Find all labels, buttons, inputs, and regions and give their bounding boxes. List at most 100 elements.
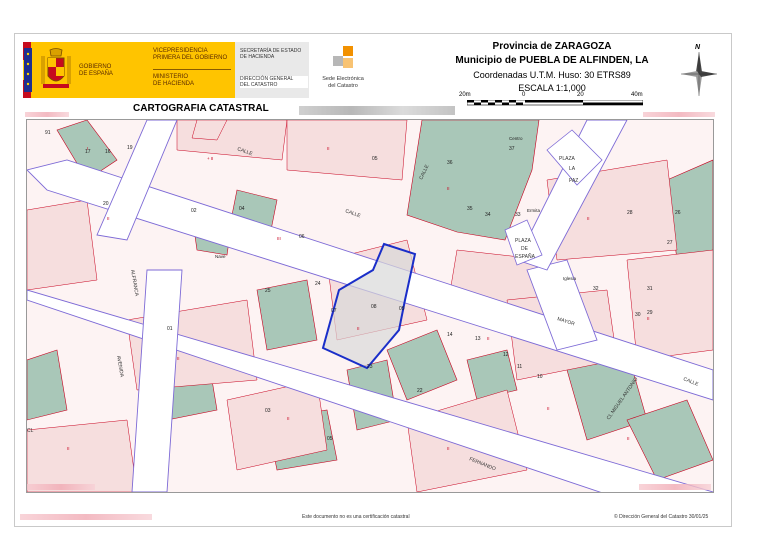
svg-text:PLAZA: PLAZA <box>515 238 532 244</box>
svg-text:DE: DE <box>521 246 529 252</box>
svg-text:30: 30 <box>635 312 641 318</box>
svg-text:II: II <box>357 326 360 331</box>
ministry-block: VICEPRESIDENCIA PRIMERA DEL GOBIERNO MIN… <box>149 42 235 98</box>
svg-text:24: 24 <box>315 281 321 287</box>
compass-icon <box>681 52 717 96</box>
svg-text:34: 34 <box>485 212 491 218</box>
svg-text:II: II <box>647 316 650 321</box>
svg-text:II: II <box>287 416 290 421</box>
scale-bar: 20m 0 20 40m <box>459 92 649 106</box>
svg-text:37: 37 <box>509 146 515 152</box>
svg-text:02: 02 <box>191 208 197 214</box>
svg-text:14: 14 <box>447 332 453 338</box>
redacted-footer-left <box>20 514 152 520</box>
sec-title: SECRETARÍA DE ESTADO DE HACIENDA <box>240 48 308 60</box>
secretary-block: SECRETARÍA DE ESTADO DE HACIENDA DIRECCI… <box>235 42 309 98</box>
svg-text:35: 35 <box>467 206 473 212</box>
min-line1: MINISTERIO <box>153 74 189 80</box>
municipality-title: Municipio de PUEBLA DE ALFINDEN, LA <box>455 55 649 66</box>
svg-text:31: 31 <box>647 286 653 292</box>
svg-text:17: 17 <box>85 149 91 155</box>
scale-tick-2: 20 <box>577 92 584 98</box>
svg-text:22: 22 <box>417 388 423 394</box>
min-line2: DE HACIENDA <box>153 81 195 87</box>
svg-text:PAZ: PAZ <box>569 178 578 184</box>
svg-text:23: 23 <box>367 364 373 370</box>
gov-line1: GOBIERNO <box>79 64 112 70</box>
svg-text:32: 32 <box>593 286 599 292</box>
svg-text:12: 12 <box>503 352 509 358</box>
footer-copyright: © Dirección General del Catastro 30/01/2… <box>614 514 709 520</box>
svg-text:Iglesia: Iglesia <box>563 276 577 281</box>
svg-text:II: II <box>627 436 630 441</box>
scale-ruler <box>467 100 643 106</box>
svg-text:09: 09 <box>399 306 405 312</box>
dir-line2: DEL CATASTRO <box>240 82 278 88</box>
north-arrow: N <box>681 44 717 96</box>
carto-title: CARTOGRAFIA CATASTRAL <box>133 103 269 114</box>
svg-text:13: 13 <box>475 336 481 342</box>
scale-tick-3: 40m <box>631 92 643 98</box>
coat-of-arms-icon <box>39 48 73 92</box>
svg-text:25: 25 <box>265 288 271 294</box>
dir-title: DIRECCIÓN GENERAL DEL CATASTRO <box>240 76 308 88</box>
vice-title: VICEPRESIDENCIA PRIMERA DEL GOBIERNO <box>153 48 233 62</box>
svg-text:01: 01 <box>167 326 173 332</box>
svg-text:CL: CL <box>27 428 34 434</box>
svg-text:II: II <box>67 446 70 451</box>
svg-text:III: III <box>277 236 281 241</box>
svg-text:II: II <box>587 216 590 221</box>
scale-tick-0: 20m <box>459 92 471 98</box>
sede-logo[interactable]: Sede Electrónica del Catastro <box>313 42 373 98</box>
sede-line1: Sede Electrónica <box>322 76 364 82</box>
svg-text:II: II <box>107 216 110 221</box>
vice-line2: PRIMERA DEL GOBIERNO <box>153 55 228 61</box>
eu-stars-icon <box>24 48 32 92</box>
north-label: N <box>695 44 701 51</box>
gov-line2: DE ESPAÑA <box>79 71 113 77</box>
svg-text:II: II <box>547 406 550 411</box>
svg-text:II: II <box>327 146 330 151</box>
svg-text:+ II: + II <box>207 156 213 161</box>
redacted-ref-left <box>25 112 69 117</box>
ministry-title: MINISTERIO DE HACIENDA <box>153 74 233 88</box>
svg-text:91: 91 <box>45 130 51 136</box>
cadastral-map[interactable]: I II + II II II III II II II II II II II II II II 91… <box>26 119 714 493</box>
scale-tick-1: 0 <box>522 92 526 98</box>
svg-text:19: 19 <box>127 145 133 151</box>
svg-text:Ermita: Ermita <box>527 208 540 213</box>
svg-text:05: 05 <box>327 436 333 442</box>
sec-line2: DE HACIENDA <box>240 54 275 60</box>
redacted-ref-center <box>299 106 455 115</box>
svg-text:Nave: Nave <box>215 254 226 259</box>
redacted-map-corner-tl <box>27 484 95 490</box>
svg-text:28: 28 <box>627 210 633 216</box>
svg-text:07: 07 <box>331 308 337 314</box>
vice-line1: VICEPRESIDENCIA <box>153 48 208 54</box>
svg-text:10: 10 <box>537 374 543 380</box>
svg-text:08: 08 <box>371 304 377 310</box>
svg-text:26: 26 <box>675 210 681 216</box>
sede-text: Sede Electrónica del Catastro <box>313 76 373 90</box>
svg-text:II: II <box>177 356 180 361</box>
svg-text:20: 20 <box>103 201 109 207</box>
svg-text:16: 16 <box>105 149 111 155</box>
svg-text:II: II <box>447 186 450 191</box>
footer-notice: Este documento no es una certificación c… <box>302 514 410 520</box>
svg-text:II: II <box>487 336 490 341</box>
svg-text:27: 27 <box>667 240 673 246</box>
svg-text:06: 06 <box>299 234 305 240</box>
svg-text:II: II <box>447 446 450 451</box>
svg-text:LA: LA <box>569 166 576 172</box>
svg-text:03: 03 <box>265 408 271 414</box>
sede-line2: del Catastro <box>328 83 358 89</box>
svg-text:04: 04 <box>239 206 245 212</box>
svg-text:36: 36 <box>447 160 453 166</box>
province-title: Provincia de ZARAGOZA <box>492 41 612 52</box>
sede-icon <box>333 46 353 68</box>
ministry-divider <box>153 69 231 70</box>
svg-text:11: 11 <box>517 364 522 370</box>
svg-text:Centro: Centro <box>509 136 523 141</box>
gov-logo-block: GOBIERNO DE ESPAÑA <box>23 42 149 98</box>
redacted-map-corner-br <box>639 484 711 490</box>
